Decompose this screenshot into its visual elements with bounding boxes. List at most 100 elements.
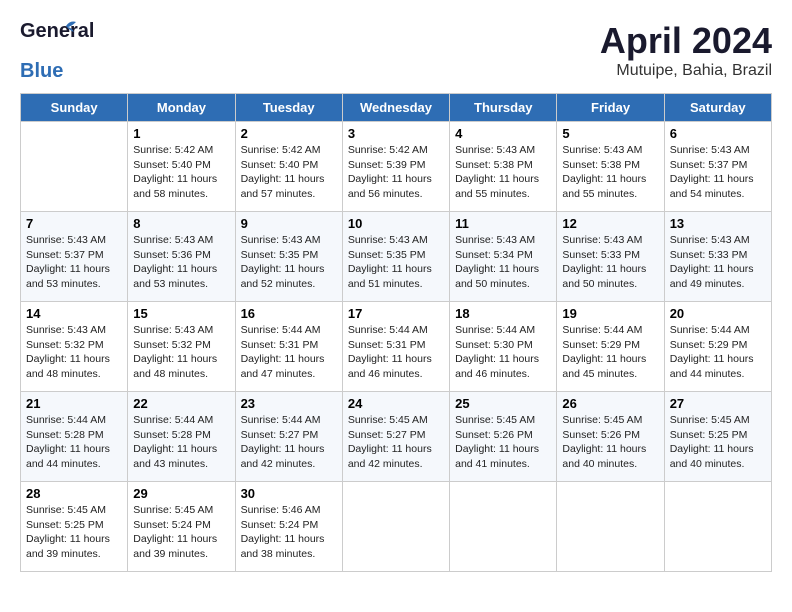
date-number: 8	[133, 216, 229, 231]
calendar-cell: 23 Sunrise: 5:44 AMSunset: 5:27 PMDayligh…	[235, 392, 342, 482]
calendar-cell	[450, 482, 557, 572]
date-number: 11	[455, 216, 551, 231]
calendar-cell: 11 Sunrise: 5:43 AMSunset: 5:34 PMDayligh…	[450, 212, 557, 302]
calendar-cell: 19 Sunrise: 5:44 AMSunset: 5:29 PMDayligh…	[557, 302, 664, 392]
cell-daylight-info: Sunrise: 5:45 AMSunset: 5:24 PMDaylight:…	[133, 503, 229, 562]
calendar-cell: 5 Sunrise: 5:43 AMSunset: 5:38 PMDaylight…	[557, 122, 664, 212]
day-header-sunday: Sunday	[21, 94, 128, 122]
cell-daylight-info: Sunrise: 5:44 AMSunset: 5:28 PMDaylight:…	[133, 413, 229, 472]
calendar-title: April 2024	[600, 20, 772, 62]
calendar-week-1: 1 Sunrise: 5:42 AMSunset: 5:40 PMDaylight…	[21, 122, 772, 212]
day-header-friday: Friday	[557, 94, 664, 122]
date-number: 22	[133, 396, 229, 411]
cell-daylight-info: Sunrise: 5:44 AMSunset: 5:27 PMDaylight:…	[241, 413, 337, 472]
date-number: 17	[348, 306, 444, 321]
date-number: 19	[562, 306, 658, 321]
date-number: 27	[670, 396, 766, 411]
calendar-cell: 24 Sunrise: 5:45 AMSunset: 5:27 PMDayligh…	[342, 392, 449, 482]
day-header-thursday: Thursday	[450, 94, 557, 122]
cell-daylight-info: Sunrise: 5:45 AMSunset: 5:26 PMDaylight:…	[562, 413, 658, 472]
calendar-cell: 7Sunrise: 5:43 AMSunset: 5:37 PMDaylight…	[21, 212, 128, 302]
page-header: General Blue April 2024 Mutuipe, Bahia, …	[20, 20, 772, 83]
calendar-cell	[342, 482, 449, 572]
cell-daylight-info: Sunrise: 5:44 AMSunset: 5:29 PMDaylight:…	[670, 323, 766, 382]
calendar-cell	[21, 122, 128, 212]
calendar-cell: 10Sunrise: 5:43 AMSunset: 5:35 PMDayligh…	[342, 212, 449, 302]
logo: General Blue	[20, 20, 68, 83]
day-header-saturday: Saturday	[664, 94, 771, 122]
day-header-wednesday: Wednesday	[342, 94, 449, 122]
date-number: 13	[670, 216, 766, 231]
calendar-cell: 1 Sunrise: 5:42 AMSunset: 5:40 PMDaylight…	[128, 122, 235, 212]
cell-daylight-info: Sunrise: 5:43 AMSunset: 5:37 PMDaylight:…	[26, 233, 122, 292]
date-number: 6	[670, 126, 766, 141]
date-number: 4	[455, 126, 551, 141]
title-section: April 2024 Mutuipe, Bahia, Brazil	[600, 20, 772, 80]
day-header-row: SundayMondayTuesdayWednesdayThursdayFrid…	[21, 94, 772, 122]
logo-bird-icon	[56, 18, 78, 40]
calendar-cell: 6Sunrise: 5:43 AMSunset: 5:37 PMDaylight…	[664, 122, 771, 212]
date-number: 28	[26, 486, 122, 501]
date-number: 30	[241, 486, 337, 501]
date-number: 20	[670, 306, 766, 321]
date-number: 1	[133, 126, 229, 141]
cell-daylight-info: Sunrise: 5:42 AMSunset: 5:40 PMDaylight:…	[133, 143, 229, 202]
date-number: 15	[133, 306, 229, 321]
date-number: 23	[241, 396, 337, 411]
calendar-cell: 2Sunrise: 5:42 AMSunset: 5:40 PMDaylight…	[235, 122, 342, 212]
calendar-table: SundayMondayTuesdayWednesdayThursdayFrid…	[20, 93, 772, 572]
calendar-cell: 18Sunrise: 5:44 AMSunset: 5:30 PMDayligh…	[450, 302, 557, 392]
calendar-cell: 4Sunrise: 5:43 AMSunset: 5:38 PMDaylight…	[450, 122, 557, 212]
calendar-cell: 30 Sunrise: 5:46 AMSunset: 5:24 PMDayligh…	[235, 482, 342, 572]
calendar-cell: 12Sunrise: 5:43 AMSunset: 5:33 PMDayligh…	[557, 212, 664, 302]
calendar-cell: 21 Sunrise: 5:44 AMSunset: 5:28 PMDayligh…	[21, 392, 128, 482]
cell-daylight-info: Sunrise: 5:43 AMSunset: 5:36 PMDaylight:…	[133, 233, 229, 292]
date-number: 2	[241, 126, 337, 141]
cell-daylight-info: Sunrise: 5:46 AMSunset: 5:24 PMDaylight:…	[241, 503, 337, 562]
cell-daylight-info: Sunrise: 5:43 AMSunset: 5:34 PMDaylight:…	[455, 233, 551, 292]
cell-daylight-info: Sunrise: 5:44 AMSunset: 5:29 PMDaylight:…	[562, 323, 658, 382]
calendar-cell: 26 Sunrise: 5:45 AMSunset: 5:26 PMDayligh…	[557, 392, 664, 482]
date-number: 10	[348, 216, 444, 231]
date-number: 29	[133, 486, 229, 501]
date-number: 25	[455, 396, 551, 411]
calendar-cell: 28 Sunrise: 5:45 AMSunset: 5:25 PMDayligh…	[21, 482, 128, 572]
date-number: 9	[241, 216, 337, 231]
cell-daylight-info: Sunrise: 5:43 AMSunset: 5:35 PMDaylight:…	[241, 233, 337, 292]
calendar-cell: 20 Sunrise: 5:44 AMSunset: 5:29 PMDayligh…	[664, 302, 771, 392]
calendar-week-5: 28 Sunrise: 5:45 AMSunset: 5:25 PMDayligh…	[21, 482, 772, 572]
calendar-week-2: 7Sunrise: 5:43 AMSunset: 5:37 PMDaylight…	[21, 212, 772, 302]
cell-daylight-info: Sunrise: 5:45 AMSunset: 5:25 PMDaylight:…	[670, 413, 766, 472]
calendar-cell	[664, 482, 771, 572]
logo-blue: Blue	[20, 60, 63, 83]
cell-daylight-info: Sunrise: 5:43 AMSunset: 5:33 PMDaylight:…	[670, 233, 766, 292]
date-number: 16	[241, 306, 337, 321]
calendar-cell	[557, 482, 664, 572]
calendar-cell: 9 Sunrise: 5:43 AMSunset: 5:35 PMDaylight…	[235, 212, 342, 302]
date-number: 3	[348, 126, 444, 141]
day-header-tuesday: Tuesday	[235, 94, 342, 122]
cell-daylight-info: Sunrise: 5:45 AMSunset: 5:26 PMDaylight:…	[455, 413, 551, 472]
cell-daylight-info: Sunrise: 5:44 AMSunset: 5:28 PMDaylight:…	[26, 413, 122, 472]
calendar-cell: 17 Sunrise: 5:44 AMSunset: 5:31 PMDayligh…	[342, 302, 449, 392]
day-header-monday: Monday	[128, 94, 235, 122]
cell-daylight-info: Sunrise: 5:44 AMSunset: 5:31 PMDaylight:…	[241, 323, 337, 382]
cell-daylight-info: Sunrise: 5:45 AMSunset: 5:25 PMDaylight:…	[26, 503, 122, 562]
date-number: 26	[562, 396, 658, 411]
date-number: 21	[26, 396, 122, 411]
calendar-week-3: 14Sunrise: 5:43 AMSunset: 5:32 PMDayligh…	[21, 302, 772, 392]
cell-daylight-info: Sunrise: 5:45 AMSunset: 5:27 PMDaylight:…	[348, 413, 444, 472]
cell-daylight-info: Sunrise: 5:44 AMSunset: 5:30 PMDaylight:…	[455, 323, 551, 382]
cell-daylight-info: Sunrise: 5:42 AMSunset: 5:39 PMDaylight:…	[348, 143, 444, 202]
calendar-cell: 3 Sunrise: 5:42 AMSunset: 5:39 PMDaylight…	[342, 122, 449, 212]
calendar-cell: 22 Sunrise: 5:44 AMSunset: 5:28 PMDayligh…	[128, 392, 235, 482]
date-number: 12	[562, 216, 658, 231]
cell-daylight-info: Sunrise: 5:43 AMSunset: 5:38 PMDaylight:…	[562, 143, 658, 202]
calendar-cell: 13 Sunrise: 5:43 AMSunset: 5:33 PMDayligh…	[664, 212, 771, 302]
cell-daylight-info: Sunrise: 5:44 AMSunset: 5:31 PMDaylight:…	[348, 323, 444, 382]
calendar-cell: 25 Sunrise: 5:45 AMSunset: 5:26 PMDayligh…	[450, 392, 557, 482]
date-number: 24	[348, 396, 444, 411]
date-number: 5	[562, 126, 658, 141]
cell-daylight-info: Sunrise: 5:43 AMSunset: 5:32 PMDaylight:…	[26, 323, 122, 382]
calendar-cell: 27 Sunrise: 5:45 AMSunset: 5:25 PMDayligh…	[664, 392, 771, 482]
